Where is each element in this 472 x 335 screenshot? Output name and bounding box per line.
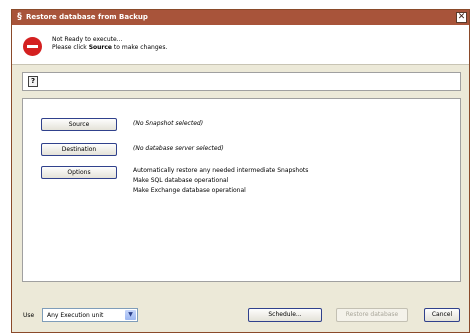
destination-button[interactable]: Destination <box>41 143 117 156</box>
restore-settings-panel: Source (No Snapshot selected) Destinatio… <box>22 98 461 282</box>
stop-icon <box>23 37 42 56</box>
option-restore-snapshots: Automatically restore any needed interme… <box>133 167 309 174</box>
app-icon: § <box>17 12 22 22</box>
chevron-down-icon[interactable]: ▼ <box>125 310 136 320</box>
use-label: Use <box>23 312 35 319</box>
close-icon[interactable]: ✕ <box>456 12 467 23</box>
schedule-button[interactable]: Schedule... <box>248 308 322 322</box>
restore-database-button[interactable]: Restore database <box>336 308 408 322</box>
option-sql-operational: Make SQL database operational <box>133 177 229 184</box>
help-icon[interactable]: ? <box>28 76 38 87</box>
source-note: (No Snapshot selected) <box>133 120 204 127</box>
status-instruction-source: Source <box>88 44 113 51</box>
destination-note: (No database server selected) <box>133 145 224 152</box>
source-button[interactable]: Source <box>41 118 117 131</box>
status-header: Not Ready to execute... Please click Sou… <box>12 25 469 65</box>
options-button[interactable]: Options <box>41 166 117 179</box>
restore-dialog: § Restore database from Backup ✕ Not Rea… <box>11 9 470 333</box>
status-text: Not Ready to execute... <box>52 36 123 43</box>
execution-unit-select[interactable]: Any Execution unit ▼ <box>42 308 138 322</box>
title-bar[interactable]: § Restore database from Backup ✕ <box>12 10 469 25</box>
execution-unit-value: Any Execution unit <box>47 312 104 319</box>
status-instruction-prefix: Please click <box>52 44 89 51</box>
status-instruction: Please click Source to make changes. <box>52 44 167 51</box>
cancel-button[interactable]: Cancel <box>424 308 460 322</box>
option-exchange-operational: Make Exchange database operational <box>133 187 246 194</box>
window-title: Restore database from Backup <box>26 13 148 21</box>
help-bar: ? <box>22 72 461 91</box>
status-instruction-suffix: to make changes. <box>112 44 168 51</box>
